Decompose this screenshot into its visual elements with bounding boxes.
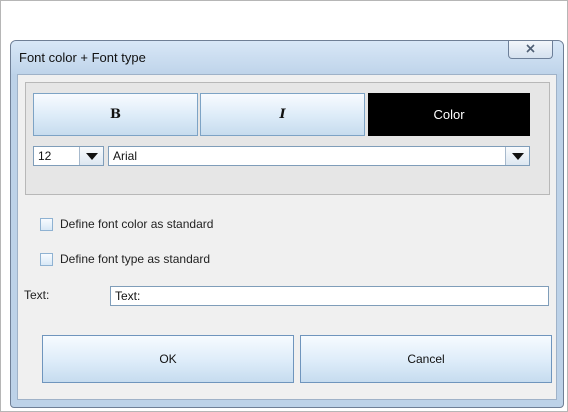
bold-button[interactable]: B — [33, 93, 198, 136]
italic-label: I — [279, 107, 286, 122]
font-color-standard-checkbox[interactable] — [40, 217, 53, 231]
font-family-dropdown-button[interactable] — [505, 147, 529, 165]
font-type-standard-label: Define font type as standard — [60, 252, 211, 266]
font-dialog: Font color + Font type B I Color 12 Aria… — [10, 40, 564, 408]
italic-button[interactable]: I — [200, 93, 365, 136]
cancel-label: Cancel — [407, 352, 445, 366]
ok-label: OK — [159, 352, 177, 366]
font-size-dropdown-button[interactable] — [79, 147, 103, 165]
close-icon — [525, 41, 536, 59]
cancel-button[interactable]: Cancel — [300, 335, 552, 383]
font-color-standard-option[interactable]: Define font color as standard — [40, 216, 213, 232]
font-size-dropdown[interactable]: 12 — [33, 146, 104, 166]
dialog-title: Font color + Font type — [19, 50, 146, 65]
font-family-dropdown[interactable]: Arial — [108, 146, 530, 166]
font-color-standard-label: Define font color as standard — [60, 217, 214, 231]
font-type-standard-option[interactable]: Define font type as standard — [40, 251, 210, 267]
close-button[interactable] — [508, 41, 553, 59]
color-label: Color — [433, 107, 465, 122]
font-size-value: 12 — [38, 149, 52, 163]
text-field-label: Text: — [24, 288, 50, 302]
chevron-down-icon — [511, 152, 524, 160]
bold-label: B — [110, 107, 121, 122]
title-bar[interactable]: Font color + Font type — [11, 41, 563, 74]
color-button[interactable]: Color — [368, 93, 530, 136]
dialog-content: B I Color 12 Arial Define font color as … — [17, 74, 557, 400]
font-family-value: Arial — [113, 149, 138, 163]
font-type-standard-checkbox[interactable] — [40, 252, 53, 266]
chevron-down-icon — [85, 152, 98, 160]
ok-button[interactable]: OK — [42, 335, 294, 383]
font-settings-panel: B I Color 12 Arial — [25, 82, 550, 195]
text-input[interactable]: Text: — [110, 286, 549, 306]
